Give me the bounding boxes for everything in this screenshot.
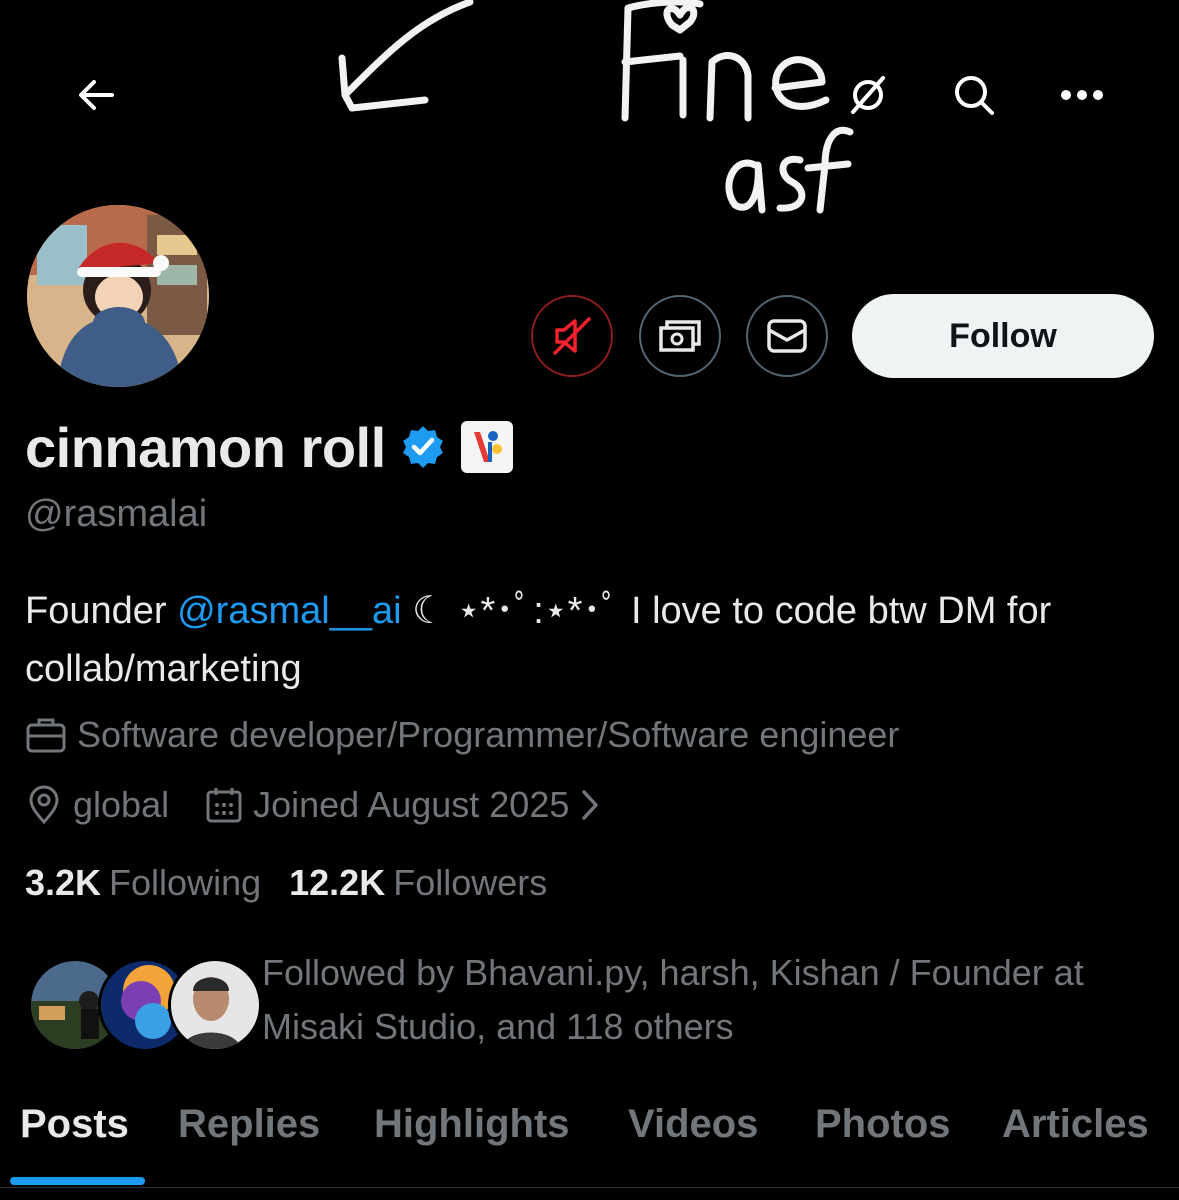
active-tab-indicator [10,1177,145,1185]
profile-category: Software developer/Programmer/Software e… [25,714,899,756]
profile-job-text: Software developer/Programmer/Software e… [77,714,900,755]
tab-replies[interactable]: Replies [178,1102,320,1147]
profile-tabs: Posts Replies Highlights Videos Photos A… [0,1090,1179,1200]
following-link[interactable]: 3.2K Following [25,862,261,904]
followers-label: Followers [393,862,548,903]
bio-text: Founder [25,590,178,632]
profile-handle: @rasmalai [25,493,208,535]
grok-button[interactable] [836,63,900,127]
briefcase-icon [26,718,66,753]
location-text: global [73,784,170,825]
joined-text: Joined August 2025 [253,784,570,825]
profile-name-row: cinnamon roll [25,412,514,482]
message-button[interactable] [746,295,828,377]
profile-joined-date[interactable]: Joined August 2025 [205,784,601,826]
calendar-icon [206,788,242,823]
profile-avatar[interactable] [24,202,212,390]
avatar-illustration [27,205,209,387]
profile-location: global [25,784,169,826]
tab-videos[interactable]: Videos [628,1102,758,1147]
search-button[interactable] [942,63,1006,127]
tab-highlights[interactable]: Highlights [374,1102,570,1147]
follow-button[interactable]: Follow [852,294,1154,378]
subscription-icon [659,320,701,352]
following-label: Following [109,862,262,903]
subscribe-button[interactable] [639,295,721,377]
tab-photos[interactable]: Photos [815,1102,951,1147]
profile-bio: Founder @rasmal__ai ☾ ⋆*･ﾟ:⋆*･ﾟ I love t… [25,582,1145,698]
grok-icon [851,76,885,114]
followers-link[interactable]: 12.2K Followers [289,862,547,904]
message-icon [767,319,807,353]
location-icon [29,785,59,825]
bio-mention-link[interactable]: @rasmal__ai [177,590,401,632]
profile-meta-row: global Joined August 2025 [25,784,601,826]
avatar [168,958,262,1052]
following-count: 3.2K [25,862,102,903]
verified-badge-icon[interactable] [400,424,446,470]
tab-articles[interactable]: Articles [1002,1102,1149,1147]
follower-avatar-3 [171,961,259,1049]
followers-count: 12.2K [289,862,386,903]
back-button[interactable] [64,63,128,127]
follow-stats: 3.2K Following 12.2K Followers [25,862,547,904]
display-name: cinnamon roll [25,415,386,479]
more-options-button[interactable] [1050,63,1114,127]
tab-posts[interactable]: Posts [20,1102,129,1147]
affiliate-badge-icon[interactable] [460,420,514,474]
more-icon [1061,90,1103,100]
search-icon [955,76,994,115]
followed-by-avatars[interactable] [28,958,262,1052]
back-arrow-icon [79,80,114,110]
mute-icon [553,317,591,355]
tabs-divider [0,1187,1179,1188]
followed-by-text[interactable]: Followed by Bhavani.py, harsh, Kishan / … [262,946,1162,1054]
unmute-button[interactable] [531,295,613,377]
chevron-right-icon [582,790,599,820]
